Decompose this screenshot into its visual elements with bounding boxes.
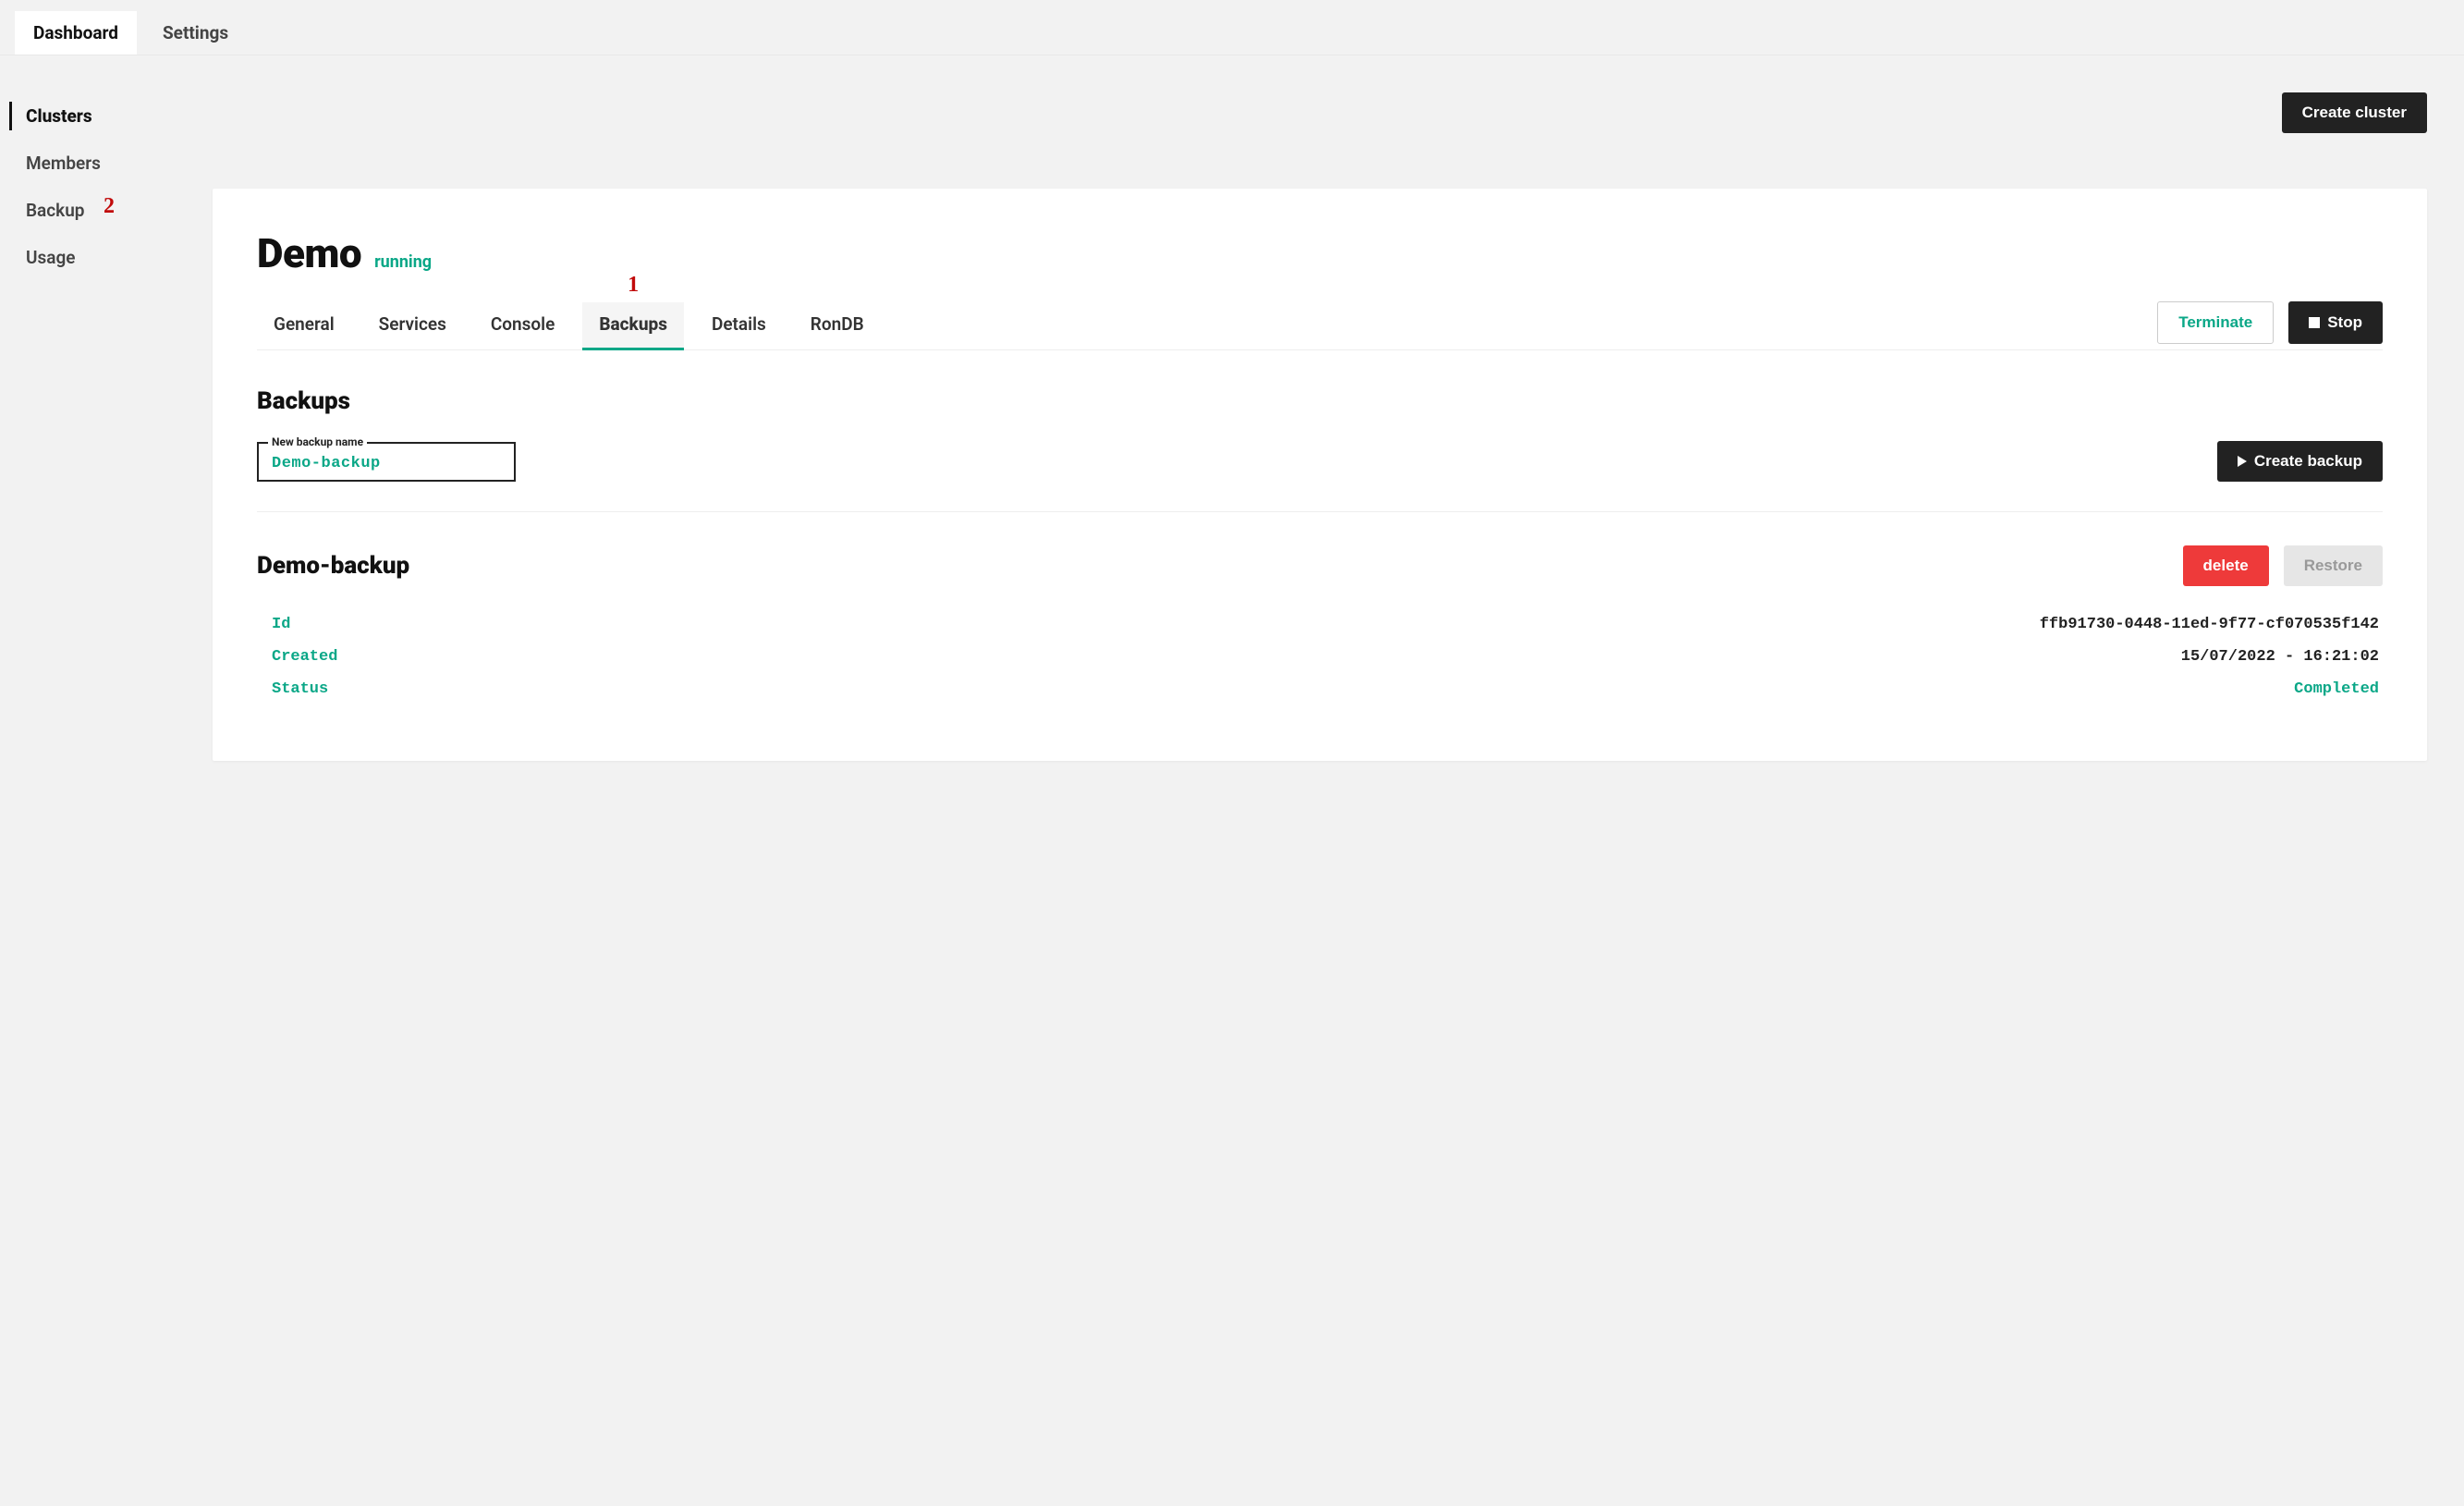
create-backup-button[interactable]: Create backup xyxy=(2217,441,2383,482)
sidebar-item-usage[interactable]: Usage xyxy=(15,234,213,281)
terminate-button[interactable]: Terminate xyxy=(2157,301,2274,344)
detail-key: Status xyxy=(272,680,328,698)
detail-row-created: Created 15/07/2022 - 16:21:02 xyxy=(257,641,2383,673)
backup-details: Id ffb91730-0448-11ed-9f77-cf070535f142 … xyxy=(257,608,2383,705)
detail-key: Id xyxy=(272,616,290,633)
cluster-tab-backups[interactable]: Backups 1 xyxy=(582,302,684,350)
create-cluster-button[interactable]: Create cluster xyxy=(2282,92,2427,133)
sidebar-item-backup[interactable]: Backup 2 xyxy=(15,187,213,234)
sidebar-item-clusters[interactable]: Clusters xyxy=(15,92,213,140)
sidebar: Clusters Members Backup 2 Usage xyxy=(0,92,213,281)
tab-settings[interactable]: Settings xyxy=(144,11,247,55)
status-badge: running xyxy=(374,252,432,272)
stop-button-label: Stop xyxy=(2327,313,2362,332)
detail-row-status: Status Completed xyxy=(257,673,2383,705)
cluster-tabs: General Services Console Backups 1 Detai… xyxy=(257,302,881,349)
cluster-tab-general[interactable]: General xyxy=(257,302,351,350)
detail-val: Completed xyxy=(2294,680,2379,698)
play-icon xyxy=(2238,456,2247,467)
new-backup-label: New backup name xyxy=(268,435,367,448)
cluster-tab-services[interactable]: Services xyxy=(362,302,463,350)
detail-key: Created xyxy=(272,648,337,666)
detail-val: ffb91730-0448-11ed-9f77-cf070535f142 xyxy=(2040,616,2379,633)
cluster-panel: Demo running General Services Console Ba… xyxy=(213,189,2427,761)
sidebar-item-label: Backup xyxy=(26,200,85,221)
new-backup-fieldset: New backup name xyxy=(257,442,516,482)
create-backup-label: Create backup xyxy=(2254,452,2362,471)
detail-val: 15/07/2022 - 16:21:02 xyxy=(2181,648,2379,666)
backup-item-title: Demo-backup xyxy=(257,552,409,580)
tab-dashboard[interactable]: Dashboard xyxy=(15,11,137,55)
stop-button[interactable]: Stop xyxy=(2288,301,2383,344)
new-backup-input[interactable] xyxy=(272,455,501,472)
cluster-tab-rondb[interactable]: RonDB xyxy=(794,302,881,350)
cluster-tab-console[interactable]: Console xyxy=(474,302,571,350)
delete-button[interactable]: delete xyxy=(2183,545,2269,586)
cluster-tab-label: Backups xyxy=(599,313,667,335)
sidebar-item-members[interactable]: Members xyxy=(15,140,213,187)
backups-heading: Backups xyxy=(257,387,2383,415)
detail-row-id: Id ffb91730-0448-11ed-9f77-cf070535f142 xyxy=(257,608,2383,641)
cluster-tab-details[interactable]: Details xyxy=(695,302,783,350)
restore-button[interactable]: Restore xyxy=(2284,545,2383,586)
cluster-title: Demo xyxy=(257,229,361,277)
backup-item: Demo-backup delete Restore Id ffb91730-0… xyxy=(257,545,2383,705)
stop-icon xyxy=(2309,317,2320,328)
annotation-2: 2 xyxy=(104,194,115,219)
top-tab-bar: Dashboard Settings xyxy=(0,0,2464,55)
